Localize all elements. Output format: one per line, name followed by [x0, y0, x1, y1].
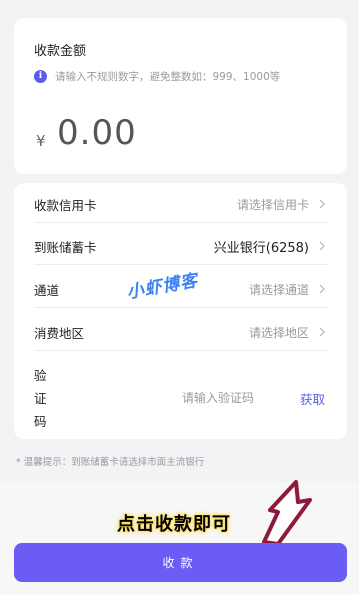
- credit-card-value: 请选择信用卡: [236, 197, 309, 212]
- divider: [34, 307, 329, 308]
- divider: [34, 350, 329, 351]
- chevron-right-icon: [317, 241, 327, 251]
- tip-text: * 温馨提示：到账储蓄卡请选择市面主流银行: [16, 457, 205, 468]
- channel-label: 通道: [34, 282, 60, 298]
- credit-card-row[interactable]: 收款信用卡 请选择信用卡: [14, 185, 347, 223]
- form-card: 收款信用卡 请选择信用卡 到账储蓄卡 兴业银行(6258) 通道 请选择通道 消…: [14, 183, 347, 439]
- verification-code-label: 验证码: [34, 368, 47, 429]
- divider: [34, 222, 329, 223]
- annotation-label: 点击收款即可: [117, 514, 231, 535]
- get-code-button[interactable]: 获取: [300, 389, 325, 408]
- amount-hint-text: 请输入不规则数字，避免整数如：999、1000等: [55, 70, 281, 83]
- region-row[interactable]: 消费地区 请选择地区: [14, 313, 347, 351]
- debit-card-value: 兴业银行(6258): [213, 240, 309, 256]
- amount-hint: i 请输入不规则数字，避免整数如：999、1000等: [34, 68, 280, 84]
- annotation-arrow-icon: [262, 480, 312, 546]
- info-icon: i: [34, 69, 47, 83]
- chevron-right-icon: [317, 199, 327, 209]
- region-label: 消费地区: [34, 325, 85, 341]
- debit-card-label: 到账储蓄卡: [34, 239, 97, 255]
- credit-card-label: 收款信用卡: [34, 197, 97, 213]
- page: 收款金额 i 请输入不规则数字，避免整数如：999、1000等 ¥ 0.00 收…: [0, 0, 359, 595]
- chevron-right-icon: [317, 284, 327, 294]
- debit-card-row[interactable]: 到账储蓄卡 兴业银行(6258): [14, 227, 347, 265]
- chevron-right-icon: [317, 327, 327, 337]
- submit-button[interactable]: 收款: [14, 543, 347, 582]
- amount-card: 收款金额 i 请输入不规则数字，避免整数如：999、1000等 ¥ 0.00: [14, 18, 347, 174]
- verification-code-input[interactable]: 请输入验证码: [182, 389, 254, 406]
- amount-title: 收款金额: [34, 44, 87, 59]
- amount-input[interactable]: 0.00: [57, 113, 137, 153]
- divider: [34, 264, 329, 265]
- currency-symbol: ¥: [36, 132, 46, 150]
- region-value: 请选择地区: [248, 325, 309, 340]
- channel-value: 请选择通道: [248, 282, 309, 297]
